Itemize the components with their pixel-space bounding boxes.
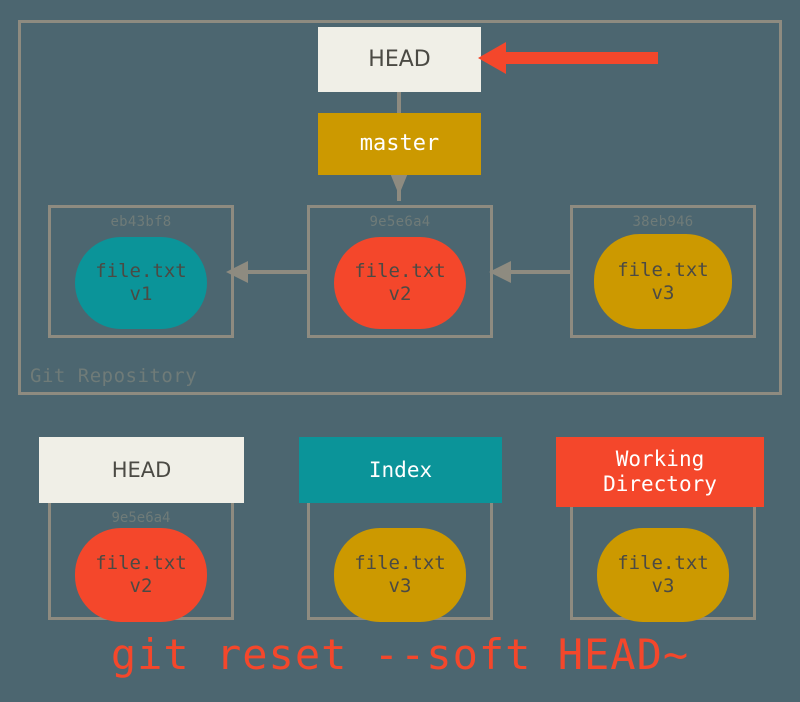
commit-node-9e5e6a4: 9e5e6a4 file.txt v2 bbox=[307, 205, 493, 338]
diagram-canvas: Git Repository HEAD master eb43bf8 file.… bbox=[0, 0, 800, 702]
repo-head-box: HEAD bbox=[318, 27, 481, 92]
area-title-label: Index bbox=[368, 457, 433, 482]
command-caption: git reset --soft HEAD~ bbox=[110, 630, 690, 679]
commit-file-version: v1 bbox=[129, 283, 153, 305]
area-file-name: file.txt bbox=[354, 552, 446, 575]
commit-link-shaft-mid-to-left bbox=[245, 270, 309, 274]
commit-file-version: v2 bbox=[388, 283, 412, 305]
area-title-head: HEAD bbox=[39, 437, 244, 503]
commit-file-name: file.txt bbox=[354, 260, 446, 283]
commit-blob: file.txt v2 bbox=[334, 237, 466, 329]
head-to-master-connector bbox=[397, 91, 401, 115]
commit-node-38eb946: 38eb946 file.txt v3 bbox=[570, 205, 756, 338]
head-callout-arrow-shaft bbox=[498, 52, 658, 64]
commit-hash: 9e5e6a4 bbox=[369, 214, 431, 230]
area-title-label-line2: Directory bbox=[603, 472, 717, 496]
area-head-hash: 9e5e6a4 bbox=[111, 510, 171, 526]
arrow-left-icon-mid-to-left bbox=[226, 261, 248, 283]
commit-hash: 38eb946 bbox=[632, 214, 694, 230]
area-title-label: HEAD bbox=[111, 457, 172, 482]
head-callout-arrow-icon bbox=[478, 42, 506, 74]
commit-blob: file.txt v3 bbox=[594, 234, 732, 329]
area-file-version: v2 bbox=[129, 575, 153, 597]
commit-file-name: file.txt bbox=[95, 260, 187, 283]
area-file-version: v3 bbox=[388, 575, 412, 597]
area-title-label: Working bbox=[615, 447, 705, 472]
commit-hash: eb43bf8 bbox=[110, 214, 172, 230]
area-blob-working-directory: file.txt v3 bbox=[597, 528, 729, 622]
area-file-name: file.txt bbox=[617, 552, 709, 575]
area-file-version: v3 bbox=[651, 575, 675, 597]
commit-file-name: file.txt bbox=[617, 258, 709, 281]
repo-branch-box: master bbox=[318, 113, 481, 175]
area-blob-index: file.txt v3 bbox=[334, 528, 466, 622]
repo-branch-label: master bbox=[359, 131, 440, 157]
git-repository-label: Git Repository bbox=[30, 365, 198, 387]
area-title-index: Index bbox=[299, 437, 502, 503]
arrow-down-icon bbox=[390, 173, 408, 195]
repo-head-label: HEAD bbox=[368, 46, 431, 72]
commit-blob: file.txt v1 bbox=[75, 237, 207, 329]
area-blob-head: file.txt v2 bbox=[75, 528, 207, 622]
commit-file-version: v3 bbox=[651, 281, 675, 304]
area-title-working-directory: Working Directory bbox=[556, 437, 764, 507]
commit-link-shaft-right-to-mid bbox=[508, 270, 572, 274]
arrow-left-icon-right-to-mid bbox=[489, 261, 511, 283]
commit-node-eb43bf8: eb43bf8 file.txt v1 bbox=[48, 205, 234, 338]
area-file-name: file.txt bbox=[95, 552, 187, 575]
